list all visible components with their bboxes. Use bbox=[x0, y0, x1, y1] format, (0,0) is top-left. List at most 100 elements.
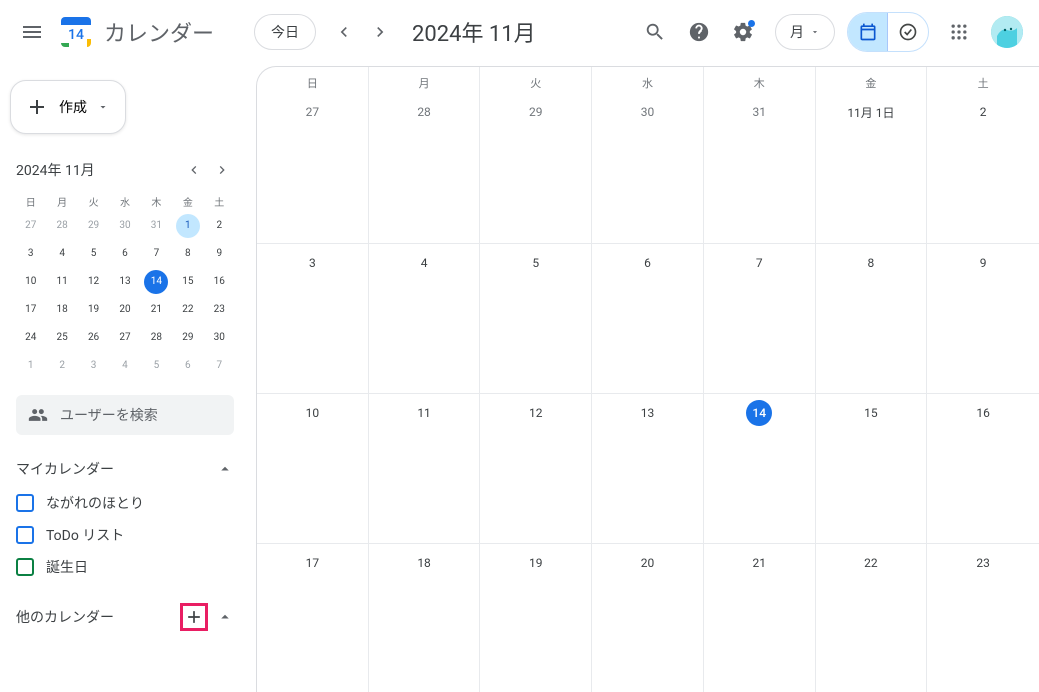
mini-calendar-day[interactable]: 6 bbox=[113, 242, 137, 266]
calendar-list-item[interactable]: ToDo リスト bbox=[16, 519, 234, 551]
search-icon[interactable] bbox=[635, 12, 675, 52]
mini-prev-month[interactable] bbox=[182, 158, 206, 182]
day-cell[interactable]: 19 bbox=[480, 544, 592, 692]
view-selector-label: 月 bbox=[790, 22, 804, 42]
day-cell[interactable]: 3 bbox=[257, 244, 369, 393]
mini-calendar-day[interactable]: 2 bbox=[50, 354, 74, 378]
mini-calendar-day[interactable]: 31 bbox=[144, 214, 168, 238]
mini-calendar-day[interactable]: 13 bbox=[113, 270, 137, 294]
day-cell[interactable]: 12 bbox=[480, 394, 592, 543]
current-period-title[interactable]: 2024年 11月 bbox=[412, 16, 536, 48]
mini-calendar-day[interactable]: 25 bbox=[50, 326, 74, 350]
mini-next-month[interactable] bbox=[210, 158, 234, 182]
calendar-checkbox[interactable] bbox=[16, 558, 34, 576]
day-cell[interactable]: 28 bbox=[369, 93, 481, 243]
day-cell[interactable]: 30 bbox=[592, 93, 704, 243]
calendar-view-toggle[interactable] bbox=[848, 13, 888, 51]
day-cell[interactable]: 20 bbox=[592, 544, 704, 692]
mini-calendar-day[interactable]: 29 bbox=[176, 326, 200, 350]
mini-calendar-day[interactable]: 9 bbox=[207, 242, 231, 266]
mini-calendar-day[interactable]: 1 bbox=[176, 214, 200, 238]
menu-icon[interactable] bbox=[8, 8, 56, 56]
mini-calendar-day[interactable]: 1 bbox=[19, 354, 43, 378]
other-calendars-header[interactable]: 他のカレンダー bbox=[16, 595, 234, 639]
mini-calendar-day[interactable]: 10 bbox=[19, 270, 43, 294]
account-avatar[interactable] bbox=[991, 16, 1023, 48]
day-cell[interactable]: 6 bbox=[592, 244, 704, 393]
mini-calendar-day[interactable]: 21 bbox=[144, 298, 168, 322]
mini-calendar-day[interactable]: 30 bbox=[113, 214, 137, 238]
mini-calendar-title[interactable]: 2024年 11月 bbox=[16, 160, 95, 180]
mini-calendar-day[interactable]: 4 bbox=[50, 242, 74, 266]
day-cell[interactable]: 16 bbox=[927, 394, 1039, 543]
mini-calendar-day[interactable]: 16 bbox=[207, 270, 231, 294]
mini-calendar-day[interactable]: 20 bbox=[113, 298, 137, 322]
mini-calendar-day[interactable]: 27 bbox=[19, 214, 43, 238]
mini-calendar-day[interactable]: 6 bbox=[176, 354, 200, 378]
day-cell[interactable]: 23 bbox=[927, 544, 1039, 692]
next-month-button[interactable] bbox=[364, 16, 396, 48]
day-cell[interactable]: 31 bbox=[704, 93, 816, 243]
day-cell[interactable]: 14 bbox=[704, 394, 816, 543]
mini-calendar-day[interactable]: 17 bbox=[19, 298, 43, 322]
logo[interactable]: 14 カレンダー bbox=[56, 12, 214, 52]
calendar-checkbox[interactable] bbox=[16, 526, 34, 544]
day-cell[interactable]: 21 bbox=[704, 544, 816, 692]
mini-calendar-day[interactable]: 19 bbox=[82, 298, 106, 322]
mini-calendar-day[interactable]: 11 bbox=[50, 270, 74, 294]
mini-calendar-day[interactable]: 4 bbox=[113, 354, 137, 378]
mini-calendar-day[interactable]: 2 bbox=[207, 214, 231, 238]
day-cell[interactable]: 9 bbox=[927, 244, 1039, 393]
calendar-checkbox[interactable] bbox=[16, 494, 34, 512]
mini-calendar-day[interactable]: 24 bbox=[19, 326, 43, 350]
mini-calendar-day[interactable]: 15 bbox=[176, 270, 200, 294]
day-cell[interactable]: 11月 1日 bbox=[816, 93, 928, 243]
create-button[interactable]: 作成 bbox=[10, 80, 126, 134]
prev-month-button[interactable] bbox=[328, 16, 360, 48]
mini-calendar-day[interactable]: 30 bbox=[207, 326, 231, 350]
help-icon[interactable] bbox=[679, 12, 719, 52]
mini-calendar-day[interactable]: 7 bbox=[144, 242, 168, 266]
mini-calendar-day[interactable]: 27 bbox=[113, 326, 137, 350]
settings-icon[interactable] bbox=[723, 12, 763, 52]
day-cell[interactable]: 11 bbox=[369, 394, 481, 543]
mini-calendar-day[interactable]: 28 bbox=[144, 326, 168, 350]
mini-calendar-day[interactable]: 14 bbox=[144, 270, 168, 294]
calendar-list-item[interactable]: ながれのほとり bbox=[16, 487, 234, 519]
day-cell[interactable]: 10 bbox=[257, 394, 369, 543]
day-cell[interactable]: 15 bbox=[816, 394, 928, 543]
day-cell[interactable]: 22 bbox=[816, 544, 928, 692]
mini-calendar-day[interactable]: 8 bbox=[176, 242, 200, 266]
my-calendars-header[interactable]: マイカレンダー bbox=[16, 451, 234, 487]
mini-calendar-day[interactable]: 5 bbox=[82, 242, 106, 266]
day-cell[interactable]: 13 bbox=[592, 394, 704, 543]
search-people-button[interactable]: ユーザーを検索 bbox=[16, 395, 234, 435]
mini-calendar-day[interactable]: 18 bbox=[50, 298, 74, 322]
mini-calendar-day[interactable]: 29 bbox=[82, 214, 106, 238]
day-cell[interactable]: 18 bbox=[369, 544, 481, 692]
mini-calendar-day[interactable]: 28 bbox=[50, 214, 74, 238]
mini-calendar-day[interactable]: 3 bbox=[82, 354, 106, 378]
day-cell[interactable]: 8 bbox=[816, 244, 928, 393]
tasks-view-toggle[interactable] bbox=[888, 13, 928, 51]
mini-calendar-day[interactable]: 22 bbox=[176, 298, 200, 322]
mini-dow-label: 土 bbox=[205, 190, 234, 213]
day-cell[interactable]: 7 bbox=[704, 244, 816, 393]
day-cell[interactable]: 27 bbox=[257, 93, 369, 243]
mini-calendar-day[interactable]: 7 bbox=[207, 354, 231, 378]
mini-calendar-day[interactable]: 26 bbox=[82, 326, 106, 350]
mini-calendar-day[interactable]: 3 bbox=[19, 242, 43, 266]
apps-icon[interactable] bbox=[939, 12, 979, 52]
day-cell[interactable]: 29 bbox=[480, 93, 592, 243]
add-other-calendar-button[interactable] bbox=[180, 603, 208, 631]
day-cell[interactable]: 4 bbox=[369, 244, 481, 393]
today-button[interactable]: 今日 bbox=[254, 14, 316, 50]
mini-calendar-day[interactable]: 23 bbox=[207, 298, 231, 322]
calendar-list-item[interactable]: 誕生日 bbox=[16, 551, 234, 583]
mini-calendar-day[interactable]: 12 bbox=[82, 270, 106, 294]
day-cell[interactable]: 2 bbox=[927, 93, 1039, 243]
day-cell[interactable]: 17 bbox=[257, 544, 369, 692]
view-selector[interactable]: 月 bbox=[775, 14, 835, 50]
day-cell[interactable]: 5 bbox=[480, 244, 592, 393]
mini-calendar-day[interactable]: 5 bbox=[144, 354, 168, 378]
